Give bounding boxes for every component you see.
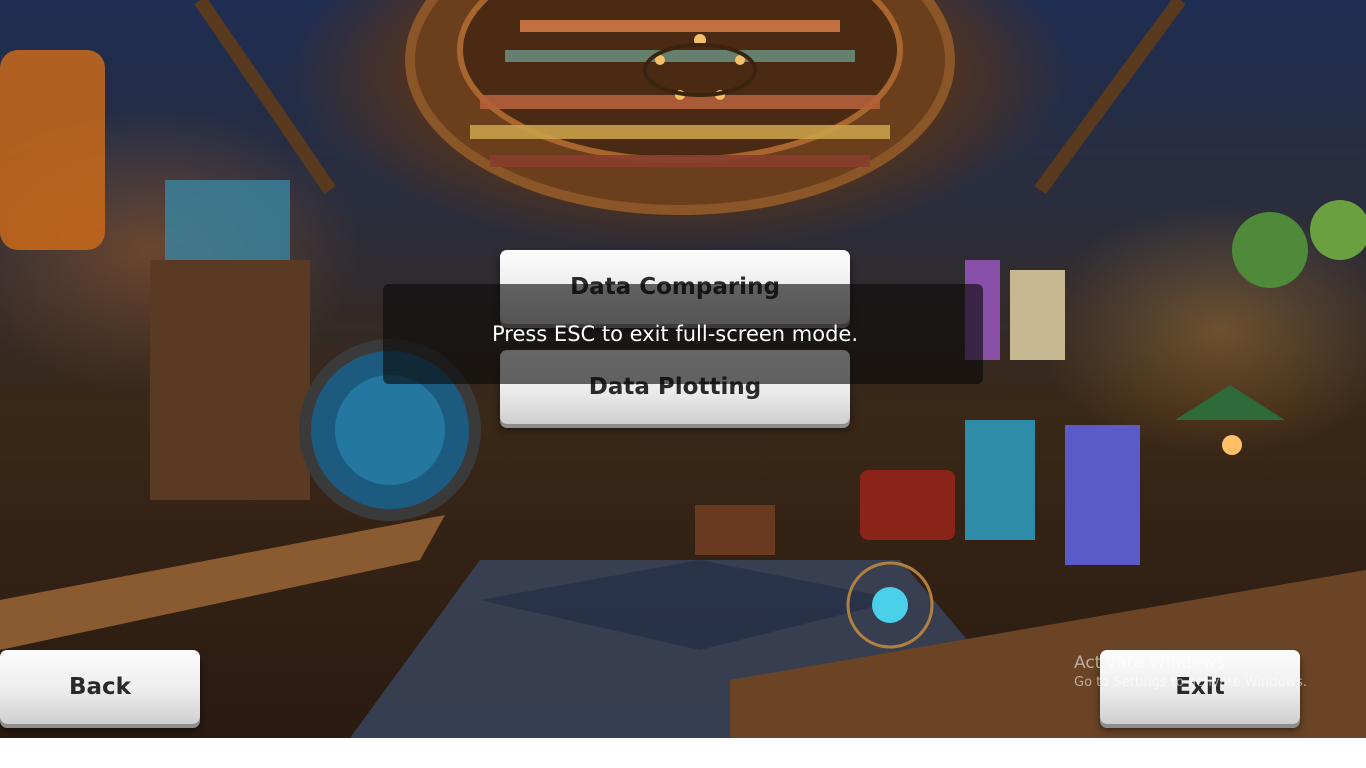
left-cabinet: [150, 260, 310, 500]
exit-button[interactable]: Exit: [1100, 650, 1300, 724]
exit-label: Exit: [1175, 674, 1225, 700]
aquarium: [165, 180, 290, 260]
green-jar: [1232, 212, 1308, 288]
left-table: [0, 515, 445, 650]
specimen-tank-left: [965, 420, 1035, 540]
bottom-blank-strip: [0, 738, 1366, 768]
back-label: Back: [69, 674, 131, 700]
chest: [695, 505, 775, 555]
fullscreen-notice-text: Press ESC to exit full-screen mode.: [491, 322, 859, 346]
red-chair: [860, 470, 955, 540]
back-button[interactable]: Back: [0, 650, 200, 724]
orange-jar: [0, 50, 105, 250]
lamp-shade: [1175, 385, 1285, 420]
fullscreen-exit-notice: Press ESC to exit full-screen mode.: [383, 284, 983, 384]
specimen-tank-right: [1065, 425, 1140, 565]
